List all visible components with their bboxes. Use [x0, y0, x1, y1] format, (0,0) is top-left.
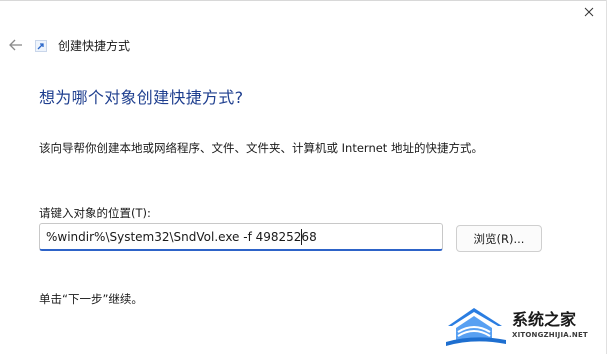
shortcut-icon	[35, 40, 47, 52]
text-caret	[301, 229, 302, 245]
watermark-site-name: 系统之家	[512, 310, 577, 329]
house-logo-icon	[446, 308, 506, 346]
browse-button[interactable]: 浏览(R)...	[456, 225, 542, 252]
page-heading: 想为哪个对象创建快捷方式?	[39, 88, 244, 107]
location-input[interactable]	[39, 223, 443, 251]
location-label: 请键入对象的位置(T):	[39, 206, 151, 220]
watermark-domain: XITONGZHIJIA.NET	[512, 331, 588, 339]
back-button[interactable]	[6, 36, 26, 54]
close-button[interactable]	[581, 4, 597, 20]
arrow-left-icon	[9, 39, 22, 51]
page-description: 该向导帮你创建本地或网络程序、文件、文件夹、计算机或 Internet 地址的快…	[39, 141, 483, 155]
wizard-title: 创建快捷方式	[58, 39, 131, 53]
title-bar-divider	[0, 0, 607, 1]
create-shortcut-wizard: 创建快捷方式 想为哪个对象创建快捷方式? 该向导帮你创建本地或网络程序、文件、文…	[0, 0, 607, 354]
watermark: 系统之家 XITONGZHIJIA.NET	[444, 304, 604, 352]
close-icon	[584, 7, 594, 17]
footer-hint: 单击“下一步”继续。	[39, 292, 143, 306]
